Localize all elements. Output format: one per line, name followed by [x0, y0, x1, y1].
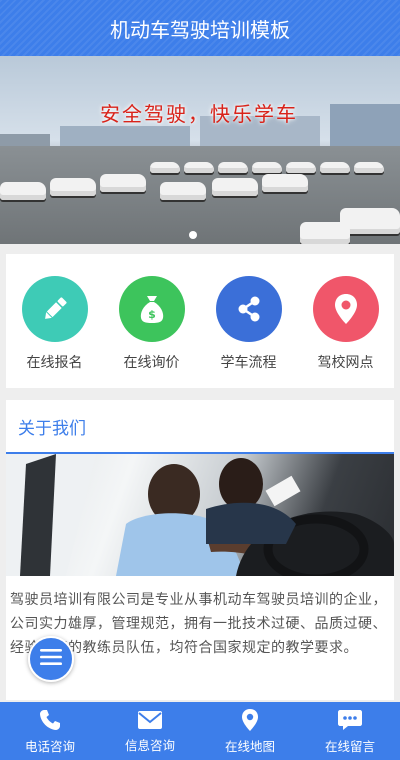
nav-label: 在线地图: [224, 738, 275, 754]
about-title[interactable]: 关于我们: [6, 400, 394, 454]
carousel-dot-active[interactable]: [189, 231, 197, 239]
nav-info-consult[interactable]: 信息咨询: [100, 702, 200, 760]
chat-icon: [337, 708, 363, 732]
banner-car: [218, 162, 248, 173]
bottom-nav: 电话咨询 信息咨询 在线地图 在线留言: [0, 702, 400, 760]
app-header: 机动车驾驶培训模板: [0, 0, 400, 56]
nav-label: 信息咨询: [124, 737, 175, 753]
banner-car: [354, 162, 384, 173]
banner-car: [100, 174, 146, 192]
banner-car: [300, 222, 350, 244]
nav-online-message[interactable]: 在线留言: [300, 702, 400, 760]
nav-online-map[interactable]: 在线地图: [200, 702, 300, 760]
banner-car: [262, 174, 308, 192]
banner-car: [286, 162, 316, 173]
banner-car: [252, 162, 282, 173]
location-pin-icon: [312, 276, 379, 342]
banner-car: [0, 182, 46, 200]
quick-link-label: 驾校网点: [317, 355, 374, 371]
banner-slogan: 安全驾驶，快乐学车: [100, 102, 298, 126]
menu-icon: [40, 648, 62, 670]
money-bag-icon: $: [118, 276, 185, 342]
quick-links: 在线报名 $ 在线询价 学车流程 驾校网点: [6, 254, 394, 388]
banner-car: [50, 178, 96, 196]
page-title: 机动车驾驶培训模板: [110, 17, 290, 42]
about-photo: [6, 454, 394, 576]
envelope-icon: [137, 709, 163, 731]
banner-carousel[interactable]: 安全驾驶，快乐学车: [0, 56, 400, 244]
nav-phone-consult[interactable]: 电话咨询: [0, 702, 100, 760]
quick-link-label: 在线报名: [26, 355, 83, 371]
nav-label: 电话咨询: [24, 738, 75, 754]
share-icon: [215, 276, 282, 342]
quick-link-inquiry[interactable]: $ 在线询价: [103, 254, 200, 388]
map-pin-icon: [240, 708, 260, 732]
banner-car: [184, 162, 214, 173]
quick-link-label: 学车流程: [220, 355, 277, 371]
svg-text:$: $: [148, 308, 156, 321]
quick-link-locations[interactable]: 驾校网点: [297, 254, 394, 388]
banner-car: [320, 162, 350, 173]
quick-link-signup[interactable]: 在线报名: [6, 254, 103, 388]
quick-link-label: 在线询价: [123, 355, 180, 371]
banner-building: [330, 104, 400, 148]
phone-icon: [38, 708, 62, 732]
pencil-icon: [21, 276, 88, 342]
floating-menu-button[interactable]: [28, 636, 74, 682]
banner-car: [160, 182, 206, 200]
banner-car: [150, 162, 180, 173]
banner-car: [212, 178, 258, 196]
quick-link-process[interactable]: 学车流程: [200, 254, 297, 388]
nav-label: 在线留言: [324, 738, 375, 754]
banner-building: [60, 126, 190, 148]
